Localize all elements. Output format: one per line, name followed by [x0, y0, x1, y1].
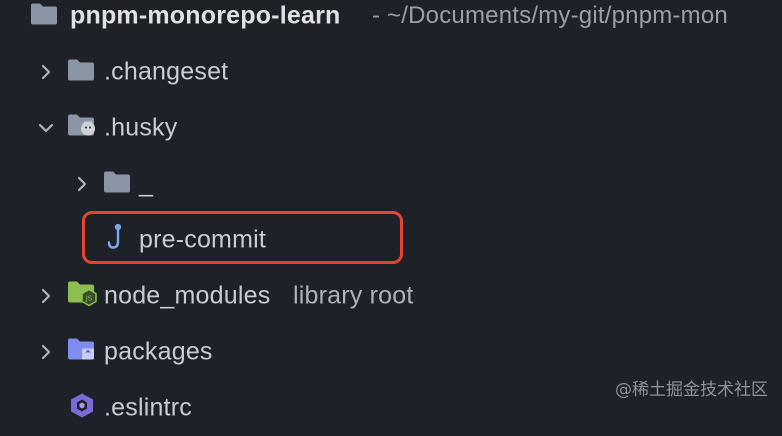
tree-item-label: .eslintrc — [104, 393, 192, 422]
tree-row-node-modules[interactable]: JS node_modules library root — [0, 268, 782, 324]
tree-item-label: _ — [139, 169, 154, 198]
tree-row-husky[interactable]: .husky — [0, 100, 782, 156]
tree-item-label: .changeset — [104, 57, 229, 86]
chevron-right-icon[interactable] — [37, 287, 55, 305]
svg-text:JS: JS — [85, 295, 93, 303]
husky-folder-icon — [67, 113, 97, 144]
project-path: - ~/Documents/my-git/pnpm-mon — [372, 2, 728, 29]
tree-item-label: packages — [104, 337, 213, 366]
chevron-down-icon[interactable] — [37, 119, 55, 137]
folder-icon — [103, 170, 131, 199]
project-file-tree: pnpm-monorepo-learn - ~/Documents/my-git… — [0, 0, 782, 422]
chevron-right-icon[interactable] — [37, 63, 55, 81]
folder-icon — [30, 2, 58, 31]
eslint-icon — [68, 392, 96, 425]
tree-item-label: node_modules — [104, 281, 271, 310]
tree-row-changeset[interactable]: .changeset — [0, 44, 782, 100]
library-root-note: library root — [293, 281, 414, 310]
tree-item-label: .husky — [104, 113, 178, 142]
folder-icon — [67, 58, 95, 87]
tree-row-project-root[interactable]: pnpm-monorepo-learn - ~/Documents/my-git… — [0, 0, 782, 44]
chevron-right-icon[interactable] — [37, 343, 55, 361]
watermark: @稀土掘金技术社区 — [615, 380, 768, 400]
tree-row-underscore[interactable]: _ — [0, 156, 782, 212]
node-modules-folder-icon: JS — [67, 280, 99, 313]
tree-row-packages[interactable]: packages — [0, 324, 782, 380]
chevron-right-icon[interactable] — [73, 175, 91, 193]
project-name: pnpm-monorepo-learn — [70, 1, 341, 30]
package-folder-icon — [67, 337, 97, 368]
highlight-box — [82, 211, 403, 264]
